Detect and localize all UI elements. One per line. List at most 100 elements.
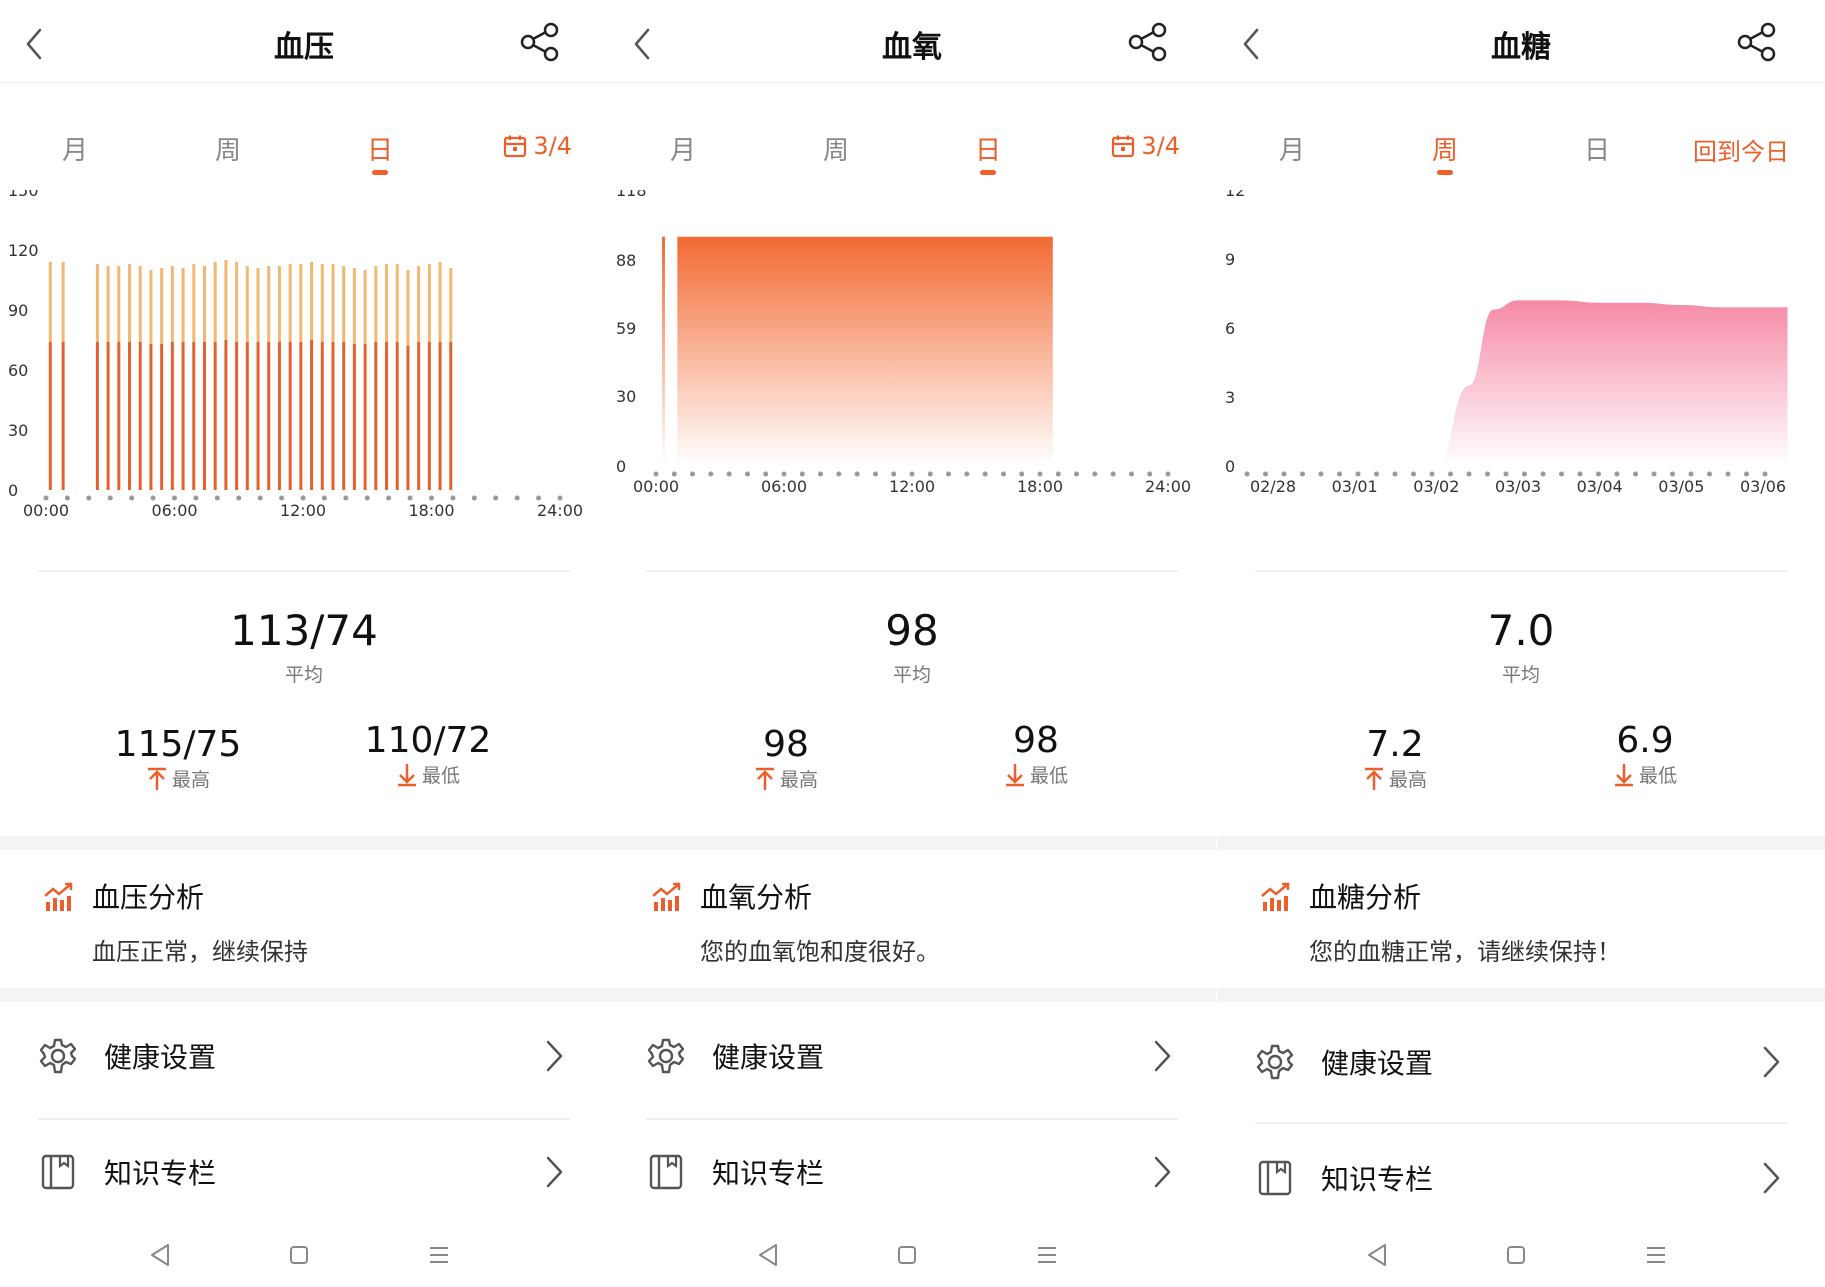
diastolic-bar: [106, 342, 110, 490]
systolic-bar: [342, 266, 346, 342]
tab-day[interactable]: 日: [340, 130, 420, 175]
systolic-bar: [128, 264, 132, 342]
analysis-title: 血糖分析: [1309, 881, 1422, 914]
knowledge-column-row[interactable]: 知识专栏: [0, 1128, 608, 1228]
book-icon: [1258, 1160, 1292, 1196]
section-separator: [0, 836, 608, 850]
back-triangle-icon[interactable]: [146, 1240, 176, 1270]
axis-dot: [1651, 471, 1657, 477]
axis-dot: [257, 495, 263, 501]
blood-glucose-panel: 血糖 月 周 日 回到今日 0 3 6 9 12 02/28 03/01 03/02 03/03…: [1217, 0, 1825, 1287]
back-triangle-icon[interactable]: [754, 1240, 784, 1270]
share-icon[interactable]: [1126, 22, 1170, 62]
highest-value: 115/75: [114, 724, 242, 765]
axis-dot: [1503, 471, 1509, 477]
y-tick-label: 150: [8, 190, 39, 200]
axis-dot: [150, 495, 156, 501]
health-settings-row[interactable]: 健康设置: [1217, 1018, 1825, 1118]
arrow-down-icon: [1005, 763, 1024, 786]
axis-dot: [364, 495, 370, 501]
gear-icon: [39, 1038, 77, 1074]
home-square-icon[interactable]: [892, 1240, 922, 1270]
system-nav-bar: [608, 1240, 1216, 1270]
trend-chart-icon: [44, 882, 73, 911]
systolic-bar: [256, 268, 260, 342]
system-nav-bar: [0, 1240, 608, 1270]
tab-day[interactable]: 日: [1557, 130, 1637, 167]
diastolic-bar: [170, 342, 174, 490]
axis-dot: [1000, 471, 1006, 477]
axis-dot: [818, 471, 824, 477]
divider: [1255, 1122, 1787, 1124]
diastolic-bar: [395, 342, 399, 490]
home-square-icon[interactable]: [284, 1240, 314, 1270]
axis-dot: [1165, 471, 1171, 477]
axis-dot: [1725, 471, 1731, 477]
date-picker[interactable]: 3/4: [503, 132, 572, 160]
share-icon[interactable]: [518, 22, 562, 62]
top-bar: 血压: [0, 0, 608, 83]
chevron-right-icon: [1154, 1156, 1171, 1188]
y-tick-label: 59: [616, 319, 636, 338]
diastolic-bar: [235, 342, 239, 490]
y-tick-label: 0: [1225, 457, 1235, 476]
axis-dot: [872, 471, 878, 477]
blood-pressure-chart: 0 30 60 90 120 150 00:00 06:00 12:00 18:00 24:00: [8, 190, 583, 520]
axis-dot: [1281, 471, 1287, 477]
tab-month[interactable]: 月: [35, 130, 115, 167]
divider: [1255, 570, 1787, 572]
share-icon[interactable]: [1735, 22, 1779, 62]
axis-dot: [1707, 471, 1712, 477]
axis-dot: [536, 495, 542, 501]
diastolic-bar: [417, 342, 421, 490]
axis-dot: [726, 471, 732, 477]
x-tick-label: 18:00: [408, 501, 454, 520]
menu-lines-icon[interactable]: [1641, 1240, 1671, 1270]
axis-dot: [1577, 471, 1583, 477]
x-tick-label: 24:00: [537, 501, 583, 520]
section-separator: [608, 988, 1216, 1002]
knowledge-column-row[interactable]: 知识专栏: [608, 1128, 1216, 1228]
systolic-bar: [277, 266, 281, 342]
health-settings-row[interactable]: 健康设置: [608, 1012, 1216, 1112]
x-tick-label: 24:00: [1145, 477, 1191, 496]
gear-icon: [1256, 1044, 1294, 1080]
diastolic-bar: [352, 344, 356, 490]
y-tick-label: 3: [1225, 388, 1235, 407]
axis-dot: [1466, 471, 1472, 477]
diastolic-bar: [288, 342, 292, 490]
top-bar: 血糖: [1217, 0, 1825, 83]
axis-dot: [1762, 471, 1768, 477]
menu-lines-icon[interactable]: [424, 1240, 454, 1270]
y-tick-label: 88: [616, 251, 636, 270]
diastolic-bar: [149, 344, 153, 490]
x-tick-label: 03/04: [1577, 477, 1623, 496]
x-tick-label: 12:00: [280, 501, 326, 520]
back-to-today-button[interactable]: 回到今日: [1693, 132, 1789, 167]
tab-week[interactable]: 周: [796, 130, 876, 167]
tab-month[interactable]: 月: [1252, 130, 1332, 167]
spo2-area: [677, 236, 1053, 466]
date-picker[interactable]: 3/4: [1111, 132, 1180, 160]
systolic-bar: [299, 264, 303, 342]
tab-week[interactable]: 周: [1405, 130, 1485, 175]
back-triangle-icon[interactable]: [1363, 1240, 1393, 1270]
knowledge-column-row[interactable]: 知识专栏: [1217, 1134, 1825, 1234]
health-settings-row[interactable]: 健康设置: [0, 1012, 608, 1112]
tab-week[interactable]: 周: [188, 130, 268, 167]
chevron-right-icon: [546, 1156, 563, 1188]
arrow-up-icon: [755, 767, 774, 790]
axis-dot: [193, 495, 199, 501]
menu-lines-icon[interactable]: [1032, 1240, 1062, 1270]
diastolic-bar: [256, 342, 260, 490]
tab-month[interactable]: 月: [643, 130, 723, 167]
home-square-icon[interactable]: [1501, 1240, 1531, 1270]
axis-dot: [107, 495, 113, 501]
tab-day[interactable]: 日: [948, 130, 1028, 175]
diastolic-bar: [438, 342, 442, 490]
axis-dot: [891, 471, 897, 477]
average-value: 98: [885, 606, 939, 655]
divider: [38, 1118, 570, 1120]
systolic-bar: [288, 264, 292, 342]
calendar-icon: [504, 135, 527, 158]
